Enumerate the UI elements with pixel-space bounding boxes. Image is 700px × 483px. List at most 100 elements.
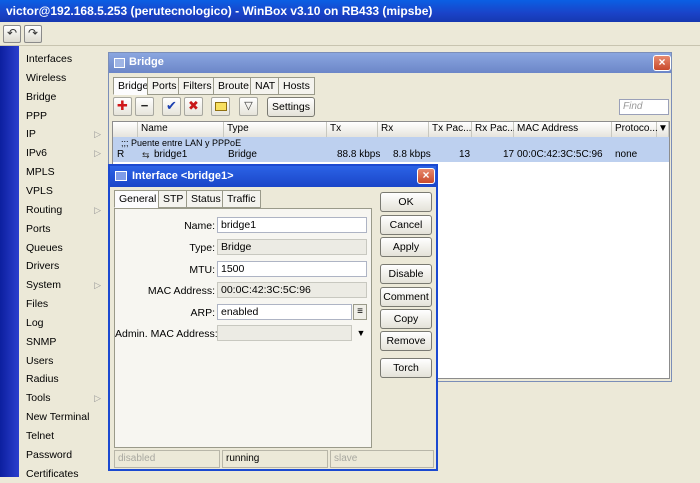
sidebar-item-radius[interactable]: Radius — [19, 370, 107, 389]
tab-status[interactable]: Status — [186, 190, 226, 208]
sidebar-item-bridge[interactable]: Bridge — [19, 88, 107, 107]
sidebar-item-routing[interactable]: Routing ▷ — [19, 201, 107, 220]
arp-dropdown-icon[interactable]: ≡ — [353, 304, 367, 320]
row-protocol: none — [615, 149, 638, 160]
close-icon[interactable]: × — [417, 168, 435, 184]
add-icon[interactable]: ✚ — [113, 97, 132, 116]
sidebar-item-snmp[interactable]: SNMP — [19, 333, 107, 352]
arp-label: ARP: — [190, 307, 215, 319]
sidebar-item-wireless[interactable]: Wireless — [19, 69, 107, 88]
table-header-protocol[interactable]: Protoco... — [612, 122, 658, 137]
sidebar-item-mpls[interactable]: MPLS — [19, 163, 107, 182]
row-name: bridge1 — [154, 149, 188, 160]
mac-address-label: MAC Address: — [147, 285, 215, 297]
sidebar-item-certificates[interactable]: Certificates — [19, 465, 107, 483]
tab-nat[interactable]: NAT — [250, 77, 281, 95]
chevron-down-icon[interactable]: ▼ — [355, 325, 367, 341]
arp-select[interactable]: enabled — [217, 304, 352, 320]
cancel-button[interactable]: Cancel — [380, 215, 432, 235]
close-icon[interactable]: × — [653, 55, 671, 71]
sidebar-item-label: SNMP — [26, 335, 57, 348]
sidebar-item-new-terminal[interactable]: New Terminal — [19, 408, 107, 427]
table-header-rx[interactable]: Rx — [378, 122, 429, 137]
table-row[interactable]: R ⇆ bridge1 Bridge 88.8 kbps 8.8 kbps 13… — [113, 149, 669, 162]
sidebar-item-label: Routing — [26, 203, 63, 216]
admin-mac-address-label: Admin. MAC Address: — [115, 328, 218, 340]
table-header-tx[interactable]: Tx — [327, 122, 378, 137]
sidebar-item-vpls[interactable]: VPLS — [19, 182, 107, 201]
window-icon — [114, 58, 125, 68]
sidebar-item-label: Certificates — [26, 467, 79, 480]
mac-address-field: 00:0C:42:3C:5C:96 — [217, 282, 367, 298]
filter-icon[interactable]: ▽ — [239, 97, 258, 116]
type-field: Bridge — [217, 239, 367, 255]
torch-button[interactable]: Torch — [380, 358, 432, 378]
row-rx: 8.8 kbps — [393, 149, 431, 160]
sidebar-item-users[interactable]: Users — [19, 352, 107, 371]
tab-broute[interactable]: Broute — [213, 77, 254, 95]
sidebar-item-ipv6[interactable]: IPv6 ▷ — [19, 144, 107, 163]
sidebar-item-label: Password — [26, 448, 73, 461]
disable-button[interactable]: Disable — [380, 264, 432, 284]
admin-mac-address-field[interactable] — [217, 325, 352, 341]
remove-button[interactable]: Remove — [380, 331, 432, 351]
sidebar-item-ppp[interactable]: PPP — [19, 107, 107, 126]
table-header-flags — [113, 122, 138, 137]
table-header-rx-packets[interactable]: Rx Pac... — [472, 122, 516, 137]
tab-ports[interactable]: Ports — [147, 77, 182, 95]
row-type: Bridge — [228, 149, 257, 160]
name-field[interactable]: bridge1 — [217, 217, 367, 233]
sidebar-item-interfaces[interactable]: Interfaces — [19, 50, 107, 69]
window-icon — [115, 171, 127, 181]
settings-button[interactable]: Settings — [267, 97, 315, 117]
copy-button[interactable]: Copy — [380, 309, 432, 329]
table-header-tx-packets[interactable]: Tx Pac... — [429, 122, 472, 137]
sidebar-item-system[interactable]: System ▷ — [19, 276, 107, 295]
sidebar-item-files[interactable]: Files — [19, 295, 107, 314]
sidebar-item-label: Ports — [26, 222, 51, 235]
sidebar-item-tools[interactable]: Tools ▷ — [19, 389, 107, 408]
sidebar-item-label: MPLS — [26, 166, 55, 179]
sidebar-item-telnet[interactable]: Telnet — [19, 427, 107, 446]
table-comment-row[interactable]: ;;; Puente entre LAN y PPPoE — [113, 137, 669, 149]
sidebar-item-label: PPP — [26, 109, 48, 122]
interface-dialog-title-bar[interactable]: Interface <bridge1> — [110, 166, 436, 187]
dialog-status-bar: disabled running slave — [112, 450, 436, 468]
sidebar-item-ports[interactable]: Ports — [19, 220, 107, 239]
sidebar-item-ip[interactable]: IP ▷ — [19, 125, 107, 144]
comment-button[interactable]: Comment — [380, 287, 432, 307]
find-input[interactable]: Find — [619, 99, 669, 115]
disable-x-icon[interactable]: ✖ — [184, 97, 203, 116]
sidebar-item-password[interactable]: Password — [19, 446, 107, 465]
redo-icon[interactable]: ↷ — [24, 25, 42, 43]
sidebar-item-label: Tools — [26, 392, 51, 405]
status-disabled: disabled — [114, 450, 220, 468]
window-title: victor@192.168.5.253 (perutecnologico) -… — [6, 4, 433, 18]
sidebar-item-drivers[interactable]: Drivers — [19, 257, 107, 276]
tab-filters[interactable]: Filters — [178, 77, 217, 95]
enable-check-icon[interactable]: ✔ — [162, 97, 181, 116]
bridge-window-title-bar[interactable]: Bridge — [109, 53, 671, 73]
table-header-name[interactable]: Name — [138, 122, 224, 137]
apply-button[interactable]: Apply — [380, 237, 432, 257]
ok-button[interactable]: OK — [380, 192, 432, 212]
tab-traffic[interactable]: Traffic — [222, 190, 261, 208]
table-header-mac[interactable]: MAC Address — [514, 122, 612, 137]
undo-icon[interactable]: ↶ — [3, 25, 21, 43]
row-mac: 00:0C:42:3C:5C:96 — [517, 149, 603, 160]
sidebar-item-label: Bridge — [26, 90, 57, 103]
comment-icon[interactable] — [211, 97, 230, 116]
column-menu-icon[interactable]: ▼ — [657, 122, 669, 137]
mtu-label: MTU: — [189, 264, 215, 276]
tab-stp[interactable]: STP — [158, 190, 189, 208]
sidebar-item-queues[interactable]: Queues — [19, 239, 107, 258]
sidebar-item-log[interactable]: Log — [19, 314, 107, 333]
status-running: running — [222, 450, 328, 468]
table-header-type[interactable]: Type — [224, 122, 327, 137]
remove-icon[interactable]: − — [135, 97, 154, 116]
tab-hosts[interactable]: Hosts — [278, 77, 315, 95]
sidebar-item-label: Drivers — [26, 260, 60, 273]
sidebar-item-label: Log — [26, 316, 44, 329]
tab-general[interactable]: General — [114, 190, 162, 208]
mtu-field[interactable]: 1500 — [217, 261, 367, 277]
